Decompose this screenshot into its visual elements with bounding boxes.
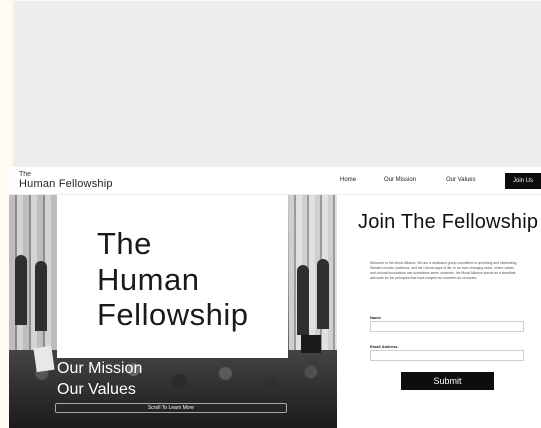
logo-name-text: Human Fellowship bbox=[19, 178, 113, 190]
blank-banner-area bbox=[13, 1, 541, 167]
scroll-to-learn-more-button[interactable]: Scroll To Learn More bbox=[55, 403, 287, 413]
hero-section: The Human Fellowship Our Mission Our Val… bbox=[9, 195, 337, 428]
email-field-label: Email Address bbox=[370, 344, 398, 349]
hero-title-card: The Human Fellowship bbox=[57, 195, 288, 358]
join-us-button[interactable]: Join Us bbox=[505, 173, 541, 189]
hero-title-line: Fellowship bbox=[97, 297, 249, 332]
nav-our-values-link[interactable]: Our Values bbox=[446, 177, 476, 183]
name-field-label: Name bbox=[370, 315, 381, 320]
join-form-panel: Join The Fellowship Welcome to the Moral… bbox=[337, 195, 541, 428]
hero-photo-arch bbox=[317, 259, 329, 329]
form-title: Join The Fellowship bbox=[358, 211, 539, 233]
email-input[interactable] bbox=[370, 350, 524, 361]
hero-photo-protest-sign bbox=[301, 335, 321, 353]
hero-title-line: Human bbox=[97, 262, 200, 297]
logo-the-text: The bbox=[19, 171, 32, 178]
nav-home-link[interactable]: Home bbox=[340, 177, 356, 183]
site-logo[interactable]: The Human Fellowship bbox=[19, 171, 113, 190]
hero-our-values-link[interactable]: Our Values bbox=[57, 382, 136, 398]
hero-our-mission-link[interactable]: Our Mission bbox=[57, 361, 142, 377]
nav-our-mission-link[interactable]: Our Mission bbox=[384, 177, 416, 183]
hero-photo-protest-sign bbox=[33, 345, 55, 373]
hero-title-line: The bbox=[97, 226, 152, 261]
website-frame: The Human Fellowship Home Our Mission Ou… bbox=[9, 167, 541, 428]
site-header: The Human Fellowship Home Our Mission Ou… bbox=[9, 167, 541, 195]
submit-button[interactable]: Submit bbox=[401, 372, 494, 390]
form-description: Welcome to the Moral Alliance. We are a … bbox=[370, 261, 517, 281]
hero-photo-arch bbox=[297, 265, 309, 335]
hero-photo-arch bbox=[15, 255, 27, 325]
hero-photo-arch bbox=[35, 261, 47, 331]
name-input[interactable] bbox=[370, 321, 524, 332]
